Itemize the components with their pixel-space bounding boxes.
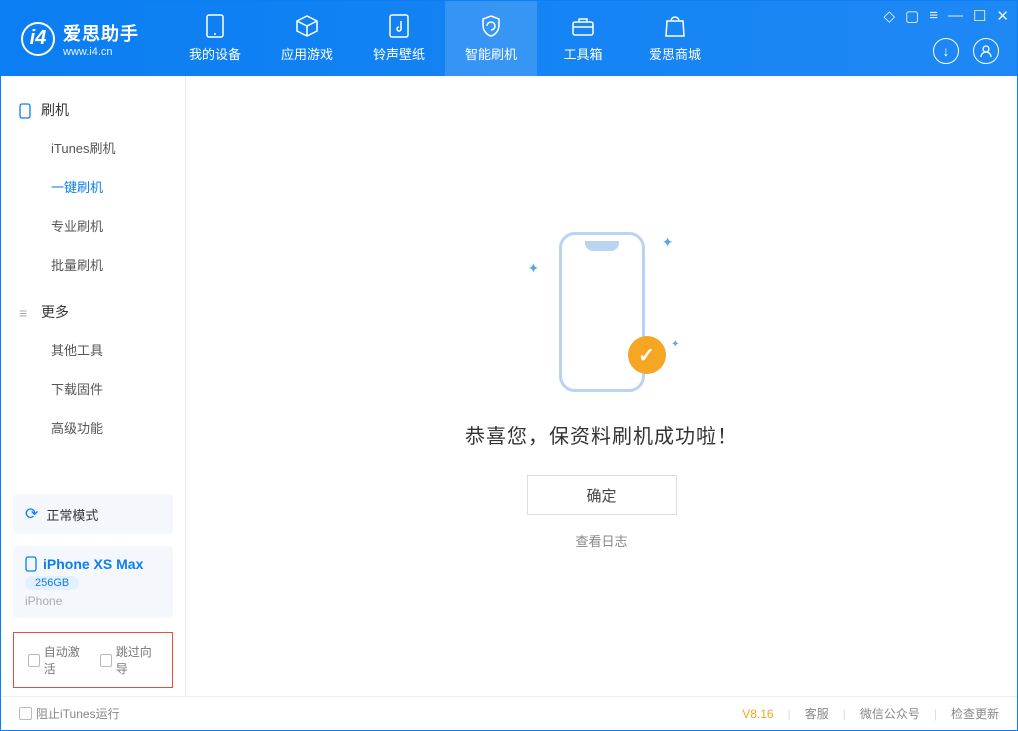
sidebar-group-title: 刷机 <box>41 100 69 120</box>
logo-icon: i4 <box>21 22 55 56</box>
sidebar-group-flash: 刷机 <box>1 92 185 128</box>
footer-link-support[interactable]: 客服 <box>805 705 829 722</box>
device-icon <box>203 14 227 38</box>
tab-my-device[interactable]: 我的设备 <box>169 1 261 76</box>
checkmark-badge-icon: ✓ <box>628 336 666 374</box>
footer-link-wechat[interactable]: 微信公众号 <box>860 705 920 722</box>
logo-text: 爱思助手 www.i4.cn <box>63 20 139 58</box>
footer-right: V8.16 | 客服 | 微信公众号 | 检查更新 <box>742 705 999 722</box>
shirt-icon[interactable]: ◇ <box>883 7 895 25</box>
tab-toolbox[interactable]: 工具箱 <box>537 1 629 76</box>
view-log-link[interactable]: 查看日志 <box>575 531 627 550</box>
download-icon[interactable]: ↓ <box>933 38 959 64</box>
close-button[interactable]: ✕ <box>996 7 1009 25</box>
header-right-icons: ↓ <box>933 38 999 64</box>
app-window: i4 爱思助手 www.i4.cn 我的设备 应用游戏 铃声壁纸 智能刷机 <box>0 0 1018 731</box>
user-icon[interactable] <box>973 38 999 64</box>
tab-ringtone-wallpaper[interactable]: 铃声壁纸 <box>353 1 445 76</box>
phone-small-icon <box>25 556 37 572</box>
tab-label: 智能刷机 <box>465 44 517 63</box>
minimize-button[interactable]: — <box>948 7 963 25</box>
sidebar-item-advanced[interactable]: 高级功能 <box>1 408 185 447</box>
tab-smart-flash[interactable]: 智能刷机 <box>445 1 537 76</box>
checkbox-icon <box>28 654 40 667</box>
cube-icon <box>295 14 319 38</box>
grid-icon[interactable]: ▢ <box>905 7 919 25</box>
device-name: iPhone XS Max <box>43 556 143 572</box>
menu-icon[interactable]: ≡ <box>929 7 938 25</box>
checkbox-auto-activate[interactable]: 自动激活 <box>28 643 86 677</box>
separator: | <box>934 707 937 721</box>
sidebar-item-download-firmware[interactable]: 下载固件 <box>1 369 185 408</box>
body: 刷机 iTunes刷机 一键刷机 专业刷机 批量刷机 ≡ 更多 其他工具 下载固… <box>1 76 1017 696</box>
sidebar-item-itunes-flash[interactable]: iTunes刷机 <box>1 128 185 167</box>
phone-illustration <box>559 232 645 392</box>
sidebar-group-title: 更多 <box>41 302 69 322</box>
success-illustration: ✦ ✦ ✦ ✓ <box>522 222 682 402</box>
tab-label: 铃声壁纸 <box>373 44 425 63</box>
checkbox-icon <box>100 654 112 667</box>
flash-options-highlighted: 自动激活 跳过向导 <box>13 632 173 688</box>
shield-refresh-icon <box>479 14 503 38</box>
device-capacity: 256GB <box>25 576 79 590</box>
sidebar-item-batch-flash[interactable]: 批量刷机 <box>1 245 185 284</box>
device-card[interactable]: iPhone XS Max 256GB iPhone <box>13 546 173 618</box>
tab-label: 爱思商城 <box>649 44 701 63</box>
success-message: 恭喜您，保资料刷机成功啦！ <box>465 420 738 449</box>
mode-label: 正常模式 <box>46 505 98 524</box>
version-label: V8.16 <box>742 707 773 721</box>
sidebar: 刷机 iTunes刷机 一键刷机 专业刷机 批量刷机 ≡ 更多 其他工具 下载固… <box>1 76 186 696</box>
device-type: iPhone <box>25 594 62 608</box>
refresh-icon: ⟳ <box>25 504 38 524</box>
tab-label: 我的设备 <box>189 44 241 63</box>
sidebar-item-oneclick-flash[interactable]: 一键刷机 <box>1 167 185 206</box>
sidebar-item-pro-flash[interactable]: 专业刷机 <box>1 206 185 245</box>
footer: 阻止iTunes运行 V8.16 | 客服 | 微信公众号 | 检查更新 <box>1 696 1017 730</box>
sidebar-item-other-tools[interactable]: 其他工具 <box>1 330 185 369</box>
bag-icon <box>663 14 687 38</box>
sparkle-icon: ✦ <box>671 339 679 350</box>
toolbox-icon <box>571 14 595 38</box>
app-subtitle: www.i4.cn <box>63 46 139 58</box>
music-file-icon <box>387 14 411 38</box>
separator: | <box>843 707 846 721</box>
tab-label: 应用游戏 <box>281 44 333 63</box>
ok-button[interactable]: 确定 <box>527 475 677 515</box>
list-icon: ≡ <box>19 305 33 319</box>
checkbox-skip-guide[interactable]: 跳过向导 <box>100 643 158 677</box>
sparkle-icon: ✦ <box>528 260 540 277</box>
checkbox-label: 自动激活 <box>44 643 86 677</box>
maximize-button[interactable]: ☐ <box>973 7 986 25</box>
logo: i4 爱思助手 www.i4.cn <box>1 1 159 76</box>
tab-store[interactable]: 爱思商城 <box>629 1 721 76</box>
window-controls: ◇ ▢ ≡ — ☐ ✕ <box>883 7 1009 25</box>
separator: | <box>788 707 791 721</box>
header: i4 爱思助手 www.i4.cn 我的设备 应用游戏 铃声壁纸 智能刷机 <box>1 1 1017 76</box>
checkbox-icon <box>19 707 32 720</box>
checkbox-label: 跳过向导 <box>116 643 158 677</box>
main-content: ✦ ✦ ✦ ✓ 恭喜您，保资料刷机成功啦！ 确定 查看日志 <box>186 76 1017 696</box>
footer-link-update[interactable]: 检查更新 <box>951 705 999 722</box>
checkbox-block-itunes[interactable]: 阻止iTunes运行 <box>19 705 120 722</box>
sidebar-group-more: ≡ 更多 <box>1 294 185 330</box>
checkbox-label: 阻止iTunes运行 <box>36 705 120 722</box>
main-tabs: 我的设备 应用游戏 铃声壁纸 智能刷机 工具箱 爱思商城 <box>169 1 721 76</box>
phone-outline-icon <box>19 103 33 117</box>
device-name-row: iPhone XS Max <box>25 556 143 572</box>
mode-card[interactable]: ⟳ 正常模式 <box>13 494 173 534</box>
tab-apps-games[interactable]: 应用游戏 <box>261 1 353 76</box>
sparkle-icon: ✦ <box>662 234 674 251</box>
app-title: 爱思助手 <box>63 20 139 46</box>
tab-label: 工具箱 <box>563 44 602 63</box>
